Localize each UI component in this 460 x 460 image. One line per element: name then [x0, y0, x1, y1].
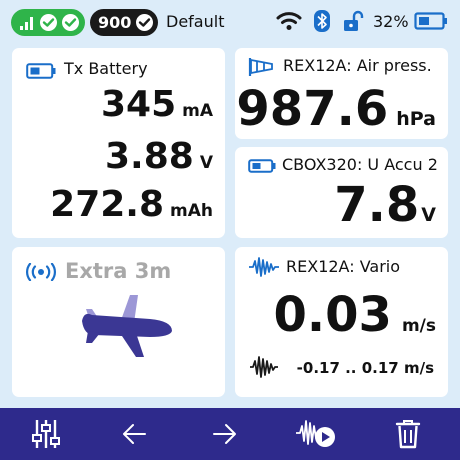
vario-widget[interactable]: REX12A: Vario 0.03 m/s -0.17 .. 0.17 m/s — [235, 247, 448, 397]
check-circle-icon — [136, 14, 153, 31]
trash-icon — [395, 420, 421, 449]
air-pressure-widget[interactable]: REX12A: Air press. 987.6 hPa — [235, 48, 448, 139]
radio-signal-icon — [25, 263, 57, 281]
link-status-pill[interactable] — [11, 9, 85, 36]
previous-button[interactable] — [104, 408, 164, 460]
vario-value: 0.03 m/s — [273, 287, 436, 343]
widget-title: CBOX320: U Accu 2 — [282, 155, 438, 174]
vario-wave-icon — [250, 356, 278, 378]
tx-capacity-value: 272.8 mAh — [50, 184, 213, 225]
airplane-icon — [82, 295, 172, 357]
arrow-left-icon — [123, 424, 146, 444]
vario-play-button[interactable] — [286, 408, 346, 460]
profile-name: Default — [166, 12, 225, 31]
model-name: Extra 3m — [65, 259, 172, 283]
signal-strength-icon — [20, 17, 33, 30]
unlocked-padlock-icon — [344, 10, 364, 31]
cbox-accu-widget[interactable]: CBOX320: U Accu 2 7.8 V — [235, 147, 448, 238]
widget-title: REX12A: Air press. — [283, 56, 432, 75]
check-circle-icon — [62, 14, 79, 31]
battery-percent: 32% — [373, 12, 409, 31]
bottom-toolbar — [0, 408, 460, 460]
cbox-voltage-value: 7.8 V — [334, 177, 436, 233]
settings-button[interactable] — [16, 408, 76, 460]
profile-number: 900 — [98, 13, 132, 32]
model-widget[interactable]: Extra 3m — [12, 247, 225, 397]
arrow-right-icon — [213, 424, 236, 444]
vario-wave-icon — [249, 257, 279, 277]
tx-current-value: 345 mA — [100, 84, 213, 125]
widget-title: Tx Battery — [64, 59, 148, 78]
delete-button[interactable] — [378, 408, 438, 460]
wifi-icon — [276, 12, 302, 30]
battery-icon — [26, 63, 56, 79]
model-profile-pill[interactable]: 900 — [90, 9, 158, 36]
vario-play-icon — [296, 420, 335, 447]
check-circle-icon — [40, 14, 57, 31]
widget-title: REX12A: Vario — [286, 257, 401, 276]
battery-icon — [414, 12, 447, 30]
tx-battery-widget[interactable]: Tx Battery 345 mA 3.88 V 272.8 mAh — [12, 48, 225, 238]
sliders-icon — [32, 420, 60, 448]
windsock-icon — [248, 58, 273, 76]
vario-range: -0.17 .. 0.17 m/s — [296, 359, 434, 377]
bluetooth-icon — [314, 10, 330, 32]
air-pressure-value: 987.6 hPa — [236, 81, 436, 137]
status-bar: 900 Default 32% — [0, 0, 460, 44]
battery-icon — [248, 159, 276, 173]
tx-voltage-value: 3.88 V — [105, 136, 213, 177]
next-button[interactable] — [195, 408, 255, 460]
